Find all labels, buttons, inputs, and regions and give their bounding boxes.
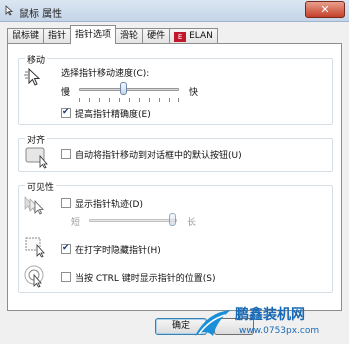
ctrl-locate-label: 当按 CTRL 键时显示指针的位置(S) (75, 274, 216, 284)
tab-wheel[interactable]: 滑轮 (115, 28, 144, 44)
long-label: 长 (187, 218, 197, 228)
group-motion: 移动 选择指针移动速度(C): 慢 快 提高指针精确度(E) (18, 53, 333, 125)
trails-checkbox[interactable] (61, 198, 71, 208)
elan-logo-icon: E (174, 32, 187, 42)
precision-checkbox[interactable] (61, 107, 71, 118)
speed-slider-ticks (79, 98, 179, 102)
group-title-motion: 移动 (25, 53, 48, 66)
group-visibility: 可见性 显示指针轨迹(D) 短 长 在打字时隐藏指针(H) 当按 CTRL 键时… (18, 180, 333, 293)
tab-panel: 移动 选择指针移动速度(C): 慢 快 提高指针精确度(E) 对齐 自动将指针移… (7, 43, 342, 311)
snap-checkbox[interactable] (61, 149, 71, 159)
tab-pointer-options[interactable]: 指针选项 (70, 25, 117, 44)
hide-while-typing-label: 在打字时隐藏指针(H) (75, 246, 161, 256)
speed-label: 选择指针移动速度(C): (61, 69, 150, 79)
mouse-app-icon (5, 5, 14, 16)
mouse-speed-icon (24, 67, 41, 86)
title-bar[interactable]: 鼠标 属性 ✕ (0, 0, 349, 22)
trails-label: 显示指针轨迹(D) (75, 200, 143, 210)
trails-slider-track (89, 219, 177, 222)
speed-slider-thumb[interactable] (120, 82, 127, 95)
ctrl-locate-icon (24, 265, 44, 288)
watermark-text: 鹏鑫装机网 (235, 307, 305, 323)
watermark-logo-icon (195, 310, 231, 336)
short-label: 短 (71, 218, 81, 228)
slow-label: 慢 (61, 88, 71, 98)
trails-slider-thumb[interactable] (168, 213, 176, 226)
tab-pointers[interactable]: 指针 (43, 28, 72, 44)
snap-label: 自动将指针移动到对话框中的默认按钮(U) (75, 151, 242, 161)
tab-elan[interactable]: E ELAN (169, 28, 218, 44)
watermark-url: www.0753px.com (239, 326, 320, 336)
tab-strip: 鼠标键 指针 指针选项 滑轮 硬件 E ELAN (7, 25, 218, 44)
group-title-visibility: 可见性 (25, 180, 57, 193)
hide-while-typing-icon (25, 237, 45, 258)
fast-label: 快 (189, 88, 199, 98)
precision-label: 提高指针精确度(E) (75, 110, 151, 120)
snap-to-button-icon (25, 147, 48, 169)
window-title: 鼠标 属性 (19, 9, 63, 20)
speed-slider-track (79, 88, 179, 91)
tab-buttons[interactable]: 鼠标键 (7, 28, 45, 44)
watermark: 鹏鑫装机网 www.0753px.com (189, 300, 349, 344)
ok-button-label: 确定 (171, 321, 190, 331)
group-snap: 对齐 自动将指针移动到对话框中的默认按钮(U) (18, 133, 333, 172)
pointer-trails-icon (24, 196, 44, 215)
close-icon: ✕ (320, 3, 330, 16)
ctrl-locate-checkbox[interactable] (61, 272, 71, 282)
tab-hardware[interactable]: 硬件 (142, 28, 171, 44)
hide-while-typing-checkbox[interactable] (61, 243, 71, 254)
close-button[interactable]: ✕ (305, 1, 345, 18)
